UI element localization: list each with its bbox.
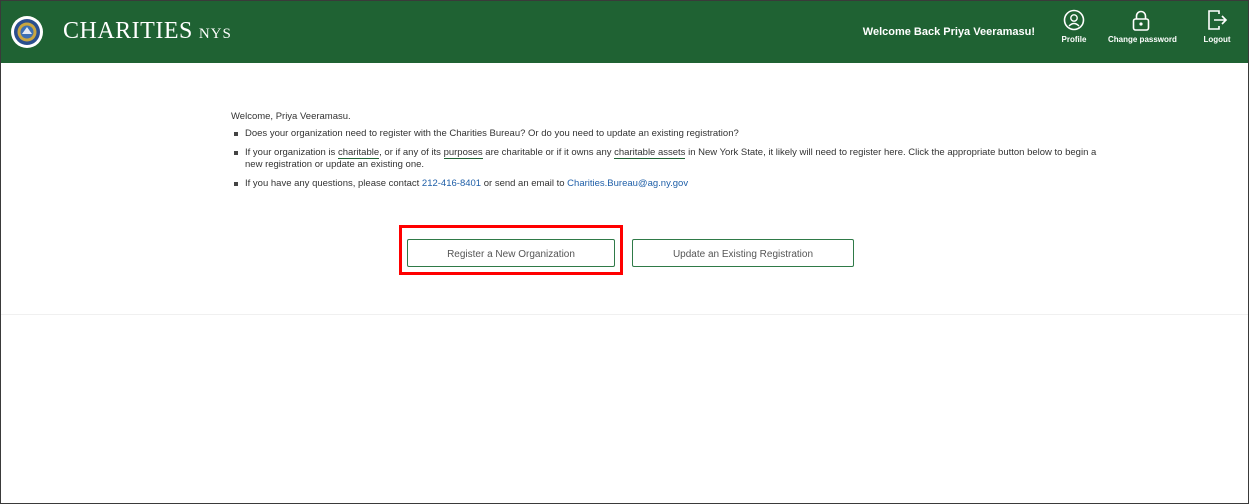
- welcome-greeting: Welcome, Priya Veeramasu.: [231, 111, 351, 122]
- instruction-list: Does your organization need to register …: [231, 128, 1101, 190]
- logout-icon: [1208, 10, 1228, 30]
- welcome-back-message: Welcome Back Priya Veeramasu!: [862, 26, 1035, 38]
- charitable-term-link[interactable]: charitable: [337, 147, 380, 159]
- bullet-register-question: Does your organization need to register …: [245, 128, 739, 139]
- brand-name: CHARITIES: [63, 18, 193, 44]
- section-divider: [1, 314, 1248, 315]
- top-navigation-bar: CHARITIES NYS Welcome Back Priya Veeramas…: [1, 1, 1248, 63]
- list-item: Does your organization need to register …: [231, 128, 1101, 140]
- update-existing-registration-button[interactable]: Update an Existing Registration: [632, 239, 854, 267]
- bullet-text: If you have any questions, please contac…: [245, 178, 422, 189]
- bullet-text: or send an email to: [481, 178, 568, 189]
- welcome-content: Welcome, Priya Veeramasu. Does your orga…: [231, 111, 1101, 197]
- change-password-button[interactable]: Change password: [1108, 9, 1177, 59]
- app-window: CHARITIES NYS Welcome Back Priya Veeramas…: [0, 0, 1249, 504]
- brand-logo-text[interactable]: CHARITIES NYS: [63, 18, 232, 45]
- logout-label: Logout: [1203, 35, 1231, 44]
- list-item: If your organization is charitable, or i…: [231, 147, 1101, 171]
- list-item: If you have any questions, please contac…: [231, 178, 1101, 190]
- phone-link[interactable]: 212-416-8401: [422, 178, 481, 189]
- change-password-label: Change password: [1108, 35, 1177, 44]
- bullet-text: If your organization is: [245, 147, 338, 158]
- nys-seal-icon: [11, 16, 43, 48]
- purposes-term-link[interactable]: purposes: [443, 147, 483, 159]
- bullet-text: , or if any of its: [379, 147, 444, 158]
- brand-suffix: NYS: [198, 26, 232, 42]
- email-link[interactable]: Charities.Bureau@ag.ny.gov: [567, 178, 688, 189]
- register-new-organization-button[interactable]: Register a New Organization: [407, 239, 615, 267]
- charitable-assets-term-link[interactable]: charitable assets: [614, 147, 686, 159]
- profile-icon: [1063, 9, 1085, 31]
- profile-label: Profile: [1061, 35, 1087, 44]
- lock-icon: [1132, 10, 1150, 31]
- profile-button[interactable]: Profile: [1055, 9, 1093, 59]
- logout-button[interactable]: Logout: [1194, 9, 1240, 59]
- bullet-text: are charitable or if it owns any: [482, 147, 615, 158]
